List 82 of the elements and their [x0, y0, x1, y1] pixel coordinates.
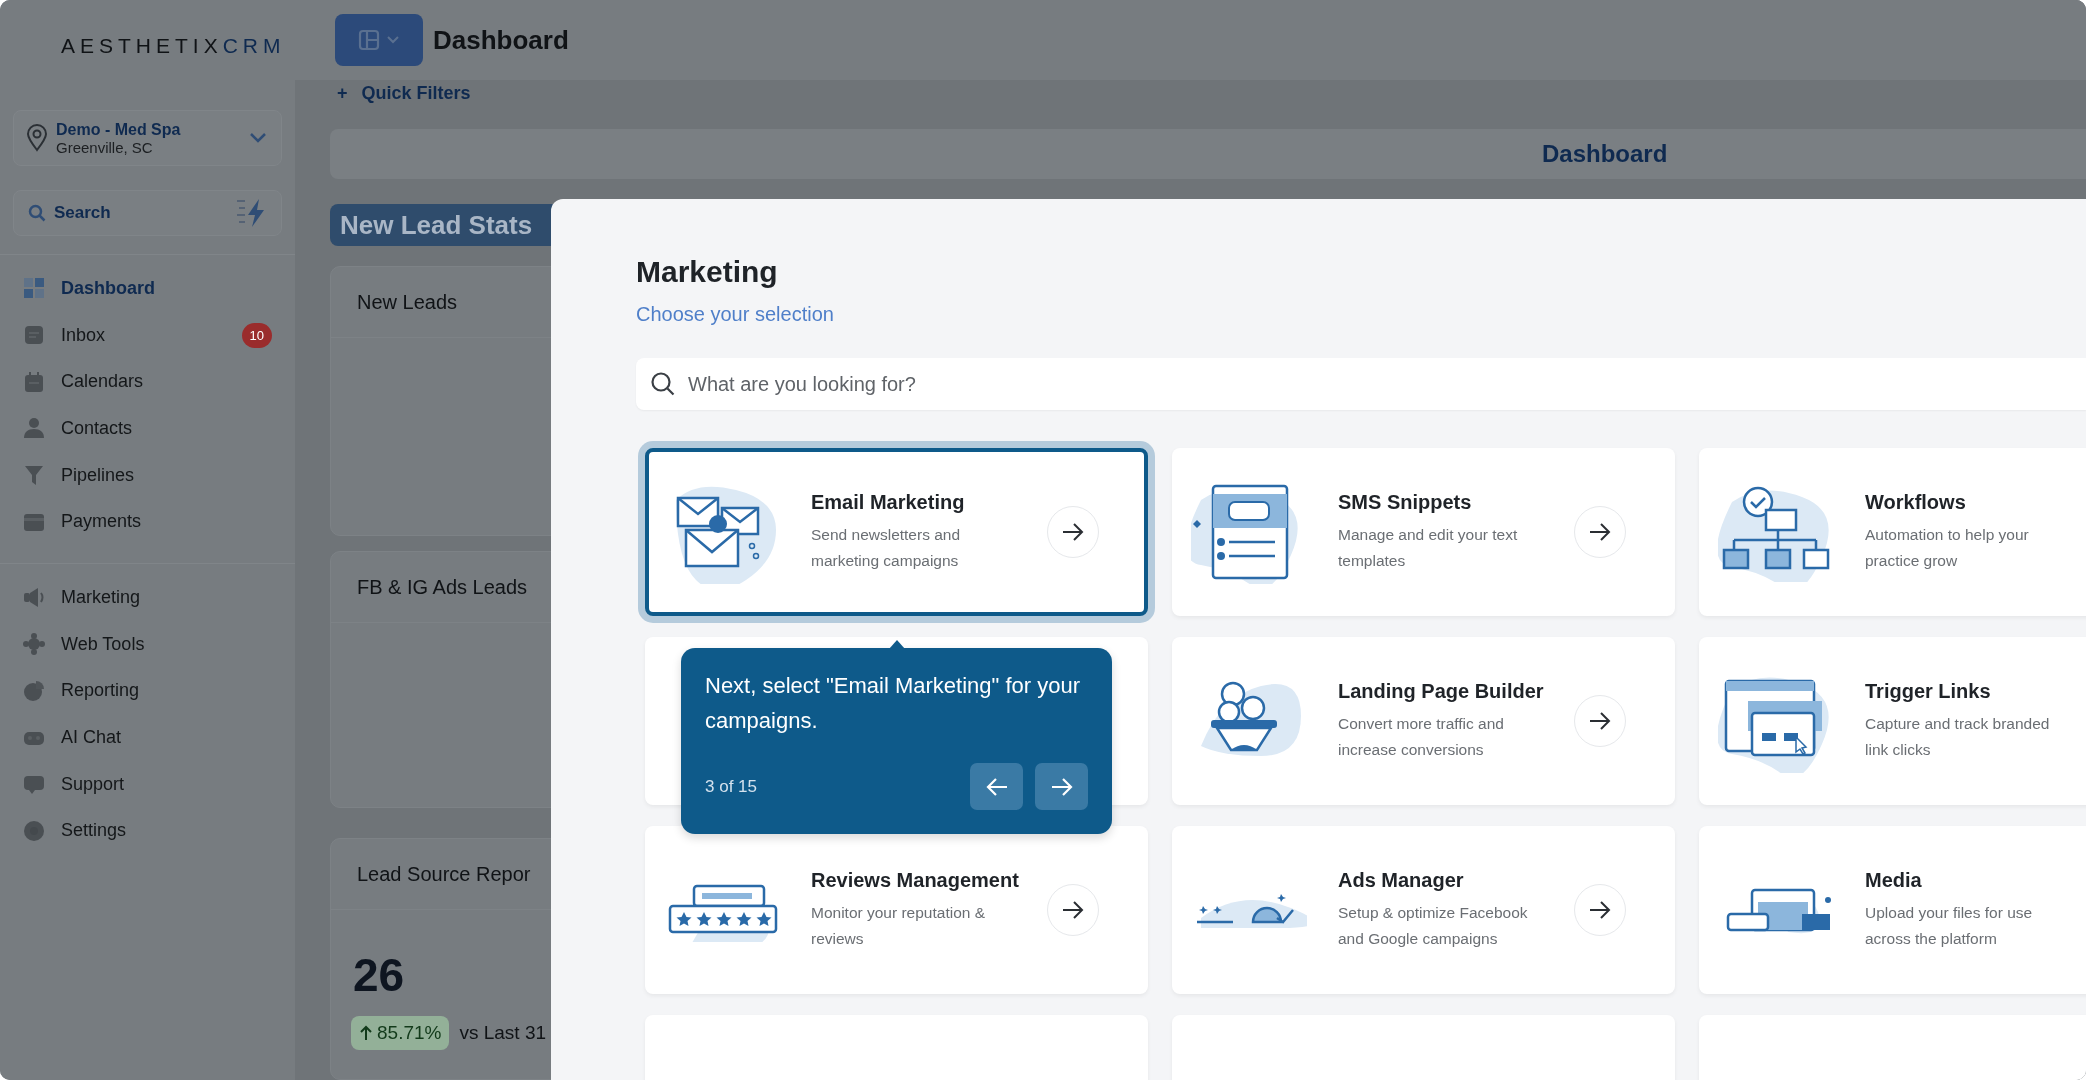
nav-icon	[23, 277, 45, 300]
arrow-right-icon	[1062, 901, 1084, 919]
arrow-left-icon	[985, 777, 1008, 796]
option-card[interactable]: Media Upload your files for use across the platform	[1699, 826, 2086, 994]
nav-item[interactable]: Settings	[13, 807, 282, 855]
option-card[interactable]: Trigger Links Capture and track branded link clicks	[1699, 637, 2086, 805]
card-title: Lead Source Repor	[357, 862, 531, 886]
nav-item[interactable]: Marketing	[13, 574, 282, 621]
option-title: Landing Page Builder	[1338, 679, 1545, 703]
option-description: Send newsletters and marketing campaigns	[811, 524, 962, 571]
option-card[interactable]: SMS Snippets Manage and edit your text templates	[1172, 448, 1675, 616]
option-description: Manage and edit your text templates	[1338, 524, 1519, 571]
nav-icon	[23, 773, 45, 796]
location-name: Demo - Med Spa	[56, 120, 182, 139]
option-title: SMS Snippets	[1338, 490, 1473, 514]
arrow-right-icon	[1050, 777, 1073, 796]
nav-item[interactable]: Contacts	[13, 405, 282, 452]
step-counter: 3 of 15	[705, 776, 758, 797]
location-pin-icon	[26, 124, 48, 152]
option-card[interactable]: Ads Manager Setup & optimize Facebook and Google campaigns	[1172, 826, 1675, 994]
count-badge: 10	[241, 322, 272, 348]
tour-message: Next, select "Email Marketing" for your campaigns.	[705, 672, 1082, 735]
nav-item[interactable]: Dashboard	[13, 265, 282, 312]
arrow-right-icon	[1589, 901, 1611, 919]
arrow-right-icon	[1062, 523, 1084, 541]
layout-icon	[358, 29, 380, 51]
dashboard-heading: Dashboard	[1542, 140, 1668, 168]
option-title: Media	[1865, 868, 1923, 892]
nav-icon	[23, 819, 45, 842]
search-field[interactable]: What are you looking for?	[636, 358, 2086, 410]
location-selector[interactable]: Demo - Med Spa Greenville, SC	[13, 110, 282, 166]
option-description: Monitor your reputation & reviews	[811, 902, 987, 949]
nav-icon	[23, 417, 45, 440]
lightning-icon	[237, 199, 267, 227]
option-title: Trigger Links	[1865, 679, 1992, 703]
card-title: New Leads	[357, 290, 458, 314]
nav-icon	[23, 586, 45, 609]
nav-icon	[23, 633, 45, 656]
search-button[interactable]: Search	[13, 190, 282, 236]
option-description: Setup & optimize Facebook and Google campaigns	[1338, 902, 1529, 949]
page-title: Dashboard	[433, 24, 569, 56]
nav-icon	[23, 324, 45, 347]
option-card[interactable]: Workflows Automation to help your practice grow	[1699, 448, 2086, 616]
nav-item[interactable]: Payments	[13, 498, 282, 546]
next-button[interactable]	[1035, 763, 1088, 810]
chevron-down-icon	[249, 132, 267, 144]
nav-item[interactable]: Pipelines	[13, 451, 282, 499]
stat-value: 26	[353, 949, 405, 1001]
search-icon	[28, 204, 46, 222]
option-title: Reviews Management	[811, 868, 1020, 892]
option-title: Ads Manager	[1338, 868, 1465, 892]
previous-button[interactable]	[970, 763, 1023, 810]
nav-icon	[23, 464, 45, 487]
nav-item[interactable]: Inbox 10	[13, 311, 282, 359]
option-description: Capture and track branded link clicks	[1865, 713, 2051, 760]
chevron-down-icon	[386, 35, 400, 45]
comparison-text: vs Last 31	[459, 1022, 547, 1044]
nav-item[interactable]: Calendars	[13, 358, 282, 406]
modal-subtitle: Choose your selection	[636, 303, 835, 326]
option-description: Upload your files for use across the platform	[1865, 902, 2034, 949]
nav-item[interactable]: Support	[13, 760, 282, 808]
option-title: Email Marketing	[811, 490, 966, 514]
option-card[interactable]: Landing Page Builder Convert more traffic and increase conversions	[1172, 637, 1675, 805]
change-badge: 85.71%	[351, 1016, 450, 1050]
location-city: Greenville, SC	[56, 138, 154, 156]
modal-title: Marketing	[636, 255, 779, 289]
nav-icon	[23, 370, 45, 393]
search-icon	[650, 371, 676, 397]
nav-item[interactable]: AI Chat	[13, 714, 282, 761]
arrow-up-icon	[359, 1025, 373, 1041]
arrow-right-icon	[1589, 712, 1611, 730]
nav-item[interactable]: Reporting	[13, 667, 282, 715]
quick-filters-link[interactable]: + Quick Filters	[295, 80, 2086, 107]
logo-text: AESTHETIX CRM	[61, 34, 286, 58]
nav-icon	[23, 679, 45, 702]
option-title: Workflows	[1865, 490, 1967, 514]
card-title: FB & IG Ads Leads	[357, 575, 528, 599]
option-description: Convert more traffic and increase conversions	[1338, 713, 1505, 760]
arrow-right-icon	[1589, 523, 1611, 541]
nav-item[interactable]: Web Tools	[13, 620, 282, 668]
option-description: Automation to help your practice grow	[1865, 524, 2030, 571]
option-card[interactable]: Reviews Management Monitor your reputation & reviews	[645, 826, 1148, 994]
